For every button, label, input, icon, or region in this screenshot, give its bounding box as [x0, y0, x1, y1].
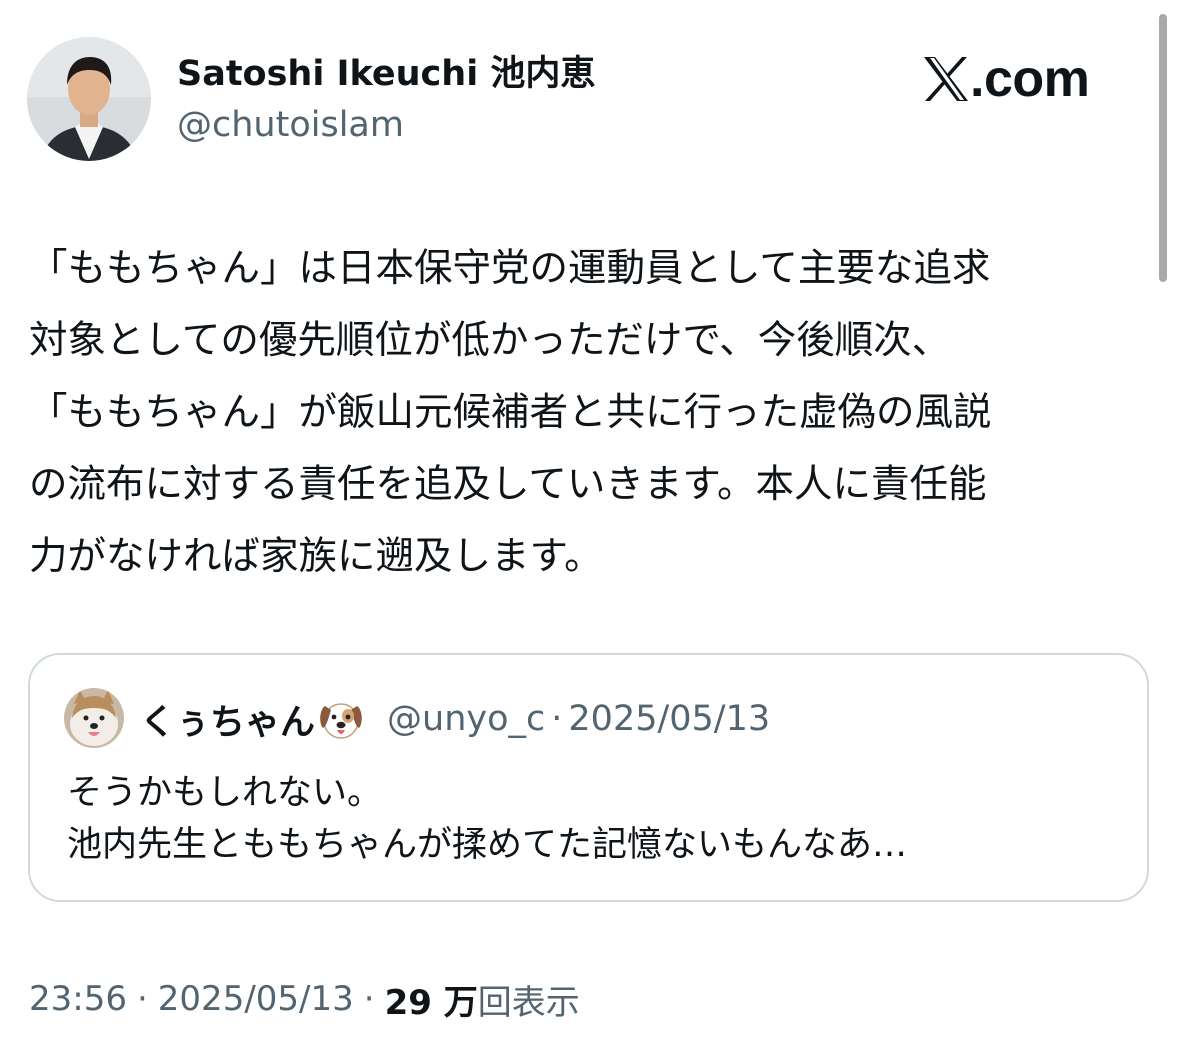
- x-com-badge: .com: [922, 50, 1090, 108]
- views-count: 29 万: [384, 982, 478, 1023]
- tweet-text-line: の流布に対する責任を追及していきます。本人に責任能: [29, 462, 987, 507]
- author-display-name[interactable]: Satoshi Ikeuchi 池内恵: [177, 52, 595, 96]
- quoted-tweet-date[interactable]: 2025/05/13: [568, 699, 770, 739]
- quoted-tweet-header: くぅちゃん @unyo_c · 2025/05/13: [140, 695, 770, 743]
- tweet-meta: 23:56 · 2025/05/13 · 29 万 回表示: [29, 974, 580, 1024]
- tweet-text-line: 「ももちゃん」は日本保守党の運動員として主要な追求: [29, 246, 991, 291]
- quoted-author-handle[interactable]: @unyo_c: [387, 699, 545, 739]
- meta-separator: ·: [136, 979, 148, 1019]
- x-com-text: .com: [970, 50, 1090, 108]
- tweet-text-line: 力がなければ家族に遡及します。: [29, 534, 603, 579]
- quoted-tweet-text-line: 池内先生とももちゃんが揉めてた記憶ないもんなあ…: [67, 825, 908, 865]
- quoted-author-name[interactable]: くぅちゃん: [140, 694, 315, 745]
- quoted-header-separator: ·: [551, 699, 563, 739]
- quoted-tweet-text: そうかもしれない。 池内先生とももちゃんが揉めてた記憶ないもんなあ…: [67, 767, 907, 871]
- profile-photo-icon: [27, 37, 151, 161]
- tweet-text-line: 対象としての優先順位が低かっただけで、今後順次、: [29, 318, 951, 363]
- scrollbar[interactable]: [1159, 14, 1167, 282]
- x-logo-icon: [924, 57, 968, 101]
- quoted-author-avatar[interactable]: [64, 688, 124, 748]
- quoted-tweet-text-line: そうかもしれない。: [67, 773, 383, 813]
- author-handle[interactable]: @chutoislam: [177, 103, 404, 147]
- quoted-tweet-card[interactable]: くぅちゃん @unyo_c · 2025/05/13 そうかもしれない。 池内先…: [28, 653, 1149, 902]
- tweet-text: 「ももちゃん」は日本保守党の運動員として主要な追求 対象としての優先順位が低かっ…: [29, 233, 1154, 593]
- views-label: 回表示: [477, 982, 580, 1023]
- tweet-text-line: 「ももちゃん」が飯山元候補者と共に行った虚偽の風説: [29, 390, 992, 435]
- tweet-date[interactable]: 2025/05/13: [158, 979, 354, 1019]
- dog-face-icon: [320, 703, 362, 739]
- meta-separator: ·: [363, 979, 375, 1019]
- tweet-time[interactable]: 23:56: [29, 979, 127, 1019]
- author-avatar[interactable]: [27, 37, 151, 161]
- dog-photo-icon: [64, 688, 124, 748]
